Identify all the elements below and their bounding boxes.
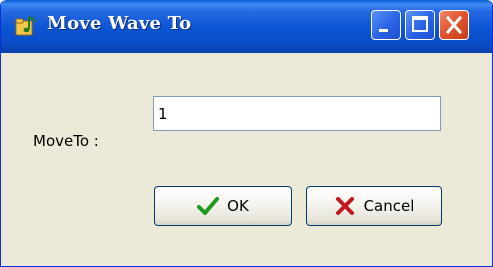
- music-note-folder-icon: [15, 15, 37, 37]
- minimize-icon: [379, 29, 388, 32]
- close-button[interactable]: [439, 10, 469, 40]
- minimize-button[interactable]: [371, 10, 401, 40]
- ok-button[interactable]: OK: [154, 186, 292, 226]
- move-to-label: MoveTo :: [33, 132, 99, 150]
- close-icon: [445, 15, 463, 35]
- maximize-button[interactable]: [405, 10, 435, 40]
- move-to-input[interactable]: [153, 96, 441, 131]
- title-bar[interactable]: Move Wave To: [1, 0, 492, 53]
- move-wave-to-dialog: Move Wave To MoveTo : OK: [0, 0, 493, 267]
- ok-button-label: OK: [227, 197, 249, 215]
- maximize-icon: [412, 16, 428, 32]
- window-title: Move Wave To: [47, 13, 192, 34]
- cancel-button-label: Cancel: [363, 197, 415, 215]
- x-icon: [334, 196, 356, 216]
- cancel-button[interactable]: Cancel: [306, 186, 442, 226]
- checkmark-icon: [197, 196, 220, 216]
